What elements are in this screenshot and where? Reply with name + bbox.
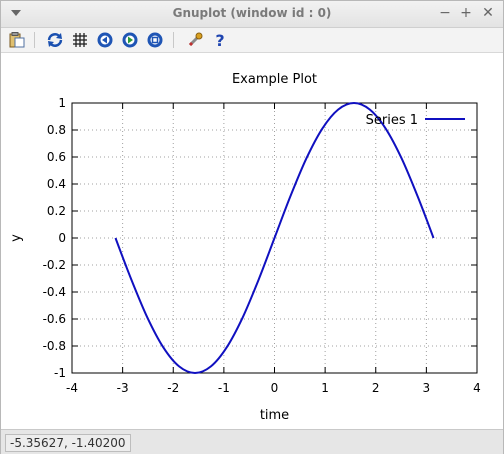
settings-wrench-icon[interactable] [186, 31, 204, 49]
y-tick-label: 0.8 [47, 123, 66, 137]
y-tick-label: 0.4 [47, 177, 66, 191]
x-tick-label: 3 [423, 381, 431, 395]
copy-to-clipboard-icon[interactable] [8, 31, 26, 49]
y-tick-label: 0 [58, 231, 66, 245]
y-tick-label: -1 [54, 366, 66, 380]
window-title: Gnuplot (window id : 0) [172, 6, 332, 20]
y-tick-label: -0.2 [43, 258, 66, 272]
x-tick-label: -4 [66, 381, 78, 395]
x-tick-label: 2 [372, 381, 380, 395]
toolbar-separator [34, 32, 35, 48]
x-tick-label: -3 [117, 381, 129, 395]
y-tick-label: 1 [58, 96, 66, 110]
y-axis-label: y [9, 234, 24, 242]
chart-title: Example Plot [232, 72, 317, 87]
status-bar: -5.35627, -1.40200 [1, 429, 503, 454]
y-tick-label: -0.8 [43, 339, 66, 353]
legend-label: Series 1 [366, 113, 418, 128]
grid-icon[interactable] [71, 31, 89, 49]
replot-icon[interactable] [46, 31, 64, 49]
close-button[interactable]: ✕ [479, 4, 497, 22]
toolbar-separator [173, 32, 174, 48]
x-tick-label: 4 [473, 381, 481, 395]
cursor-coordinates: -5.35627, -1.40200 [5, 434, 131, 452]
tick-labels: -4 -3 -2 -1 0 1 2 3 4 -1 -0.8 -0.6 -0.4 -0.2 0 0.2 0.4 0.… [43, 96, 481, 395]
line-chart: -4 -3 -2 -1 0 1 2 3 4 -1 -0.8 -0.6 -0.4 -0.2 0 0.2 0.4 0.… [9, 72, 481, 423]
x-tick-label: 0 [271, 381, 279, 395]
y-tick-label: 0.2 [47, 204, 66, 218]
toolbar: ? [1, 28, 503, 53]
plot-area[interactable]: -4 -3 -2 -1 0 1 2 3 4 -1 -0.8 -0.6 -0.4 -0.2 0 0.2 0.4 0.… [1, 53, 503, 429]
y-tick-label: 0.6 [47, 150, 66, 164]
title-bar[interactable]: Gnuplot (window id : 0) − + ✕ [1, 1, 503, 28]
x-tick-label: 1 [321, 381, 329, 395]
gnuplot-window: Gnuplot (window id : 0) − + ✕ ? -4 -3 -2… [0, 0, 504, 454]
y-tick-label: -0.6 [43, 312, 66, 326]
x-tick-label: -1 [218, 381, 230, 395]
help-icon[interactable]: ? [211, 31, 229, 49]
minimize-button[interactable]: − [436, 4, 454, 22]
maximize-button[interactable]: + [457, 4, 475, 22]
svg-text:?: ? [215, 31, 224, 49]
x-axis-label: time [260, 408, 289, 423]
zoom-next-icon[interactable] [121, 31, 139, 49]
x-tick-label: -2 [167, 381, 179, 395]
y-tick-label: -0.4 [43, 285, 66, 299]
autoscale-icon[interactable] [146, 31, 164, 49]
zoom-previous-icon[interactable] [96, 31, 114, 49]
